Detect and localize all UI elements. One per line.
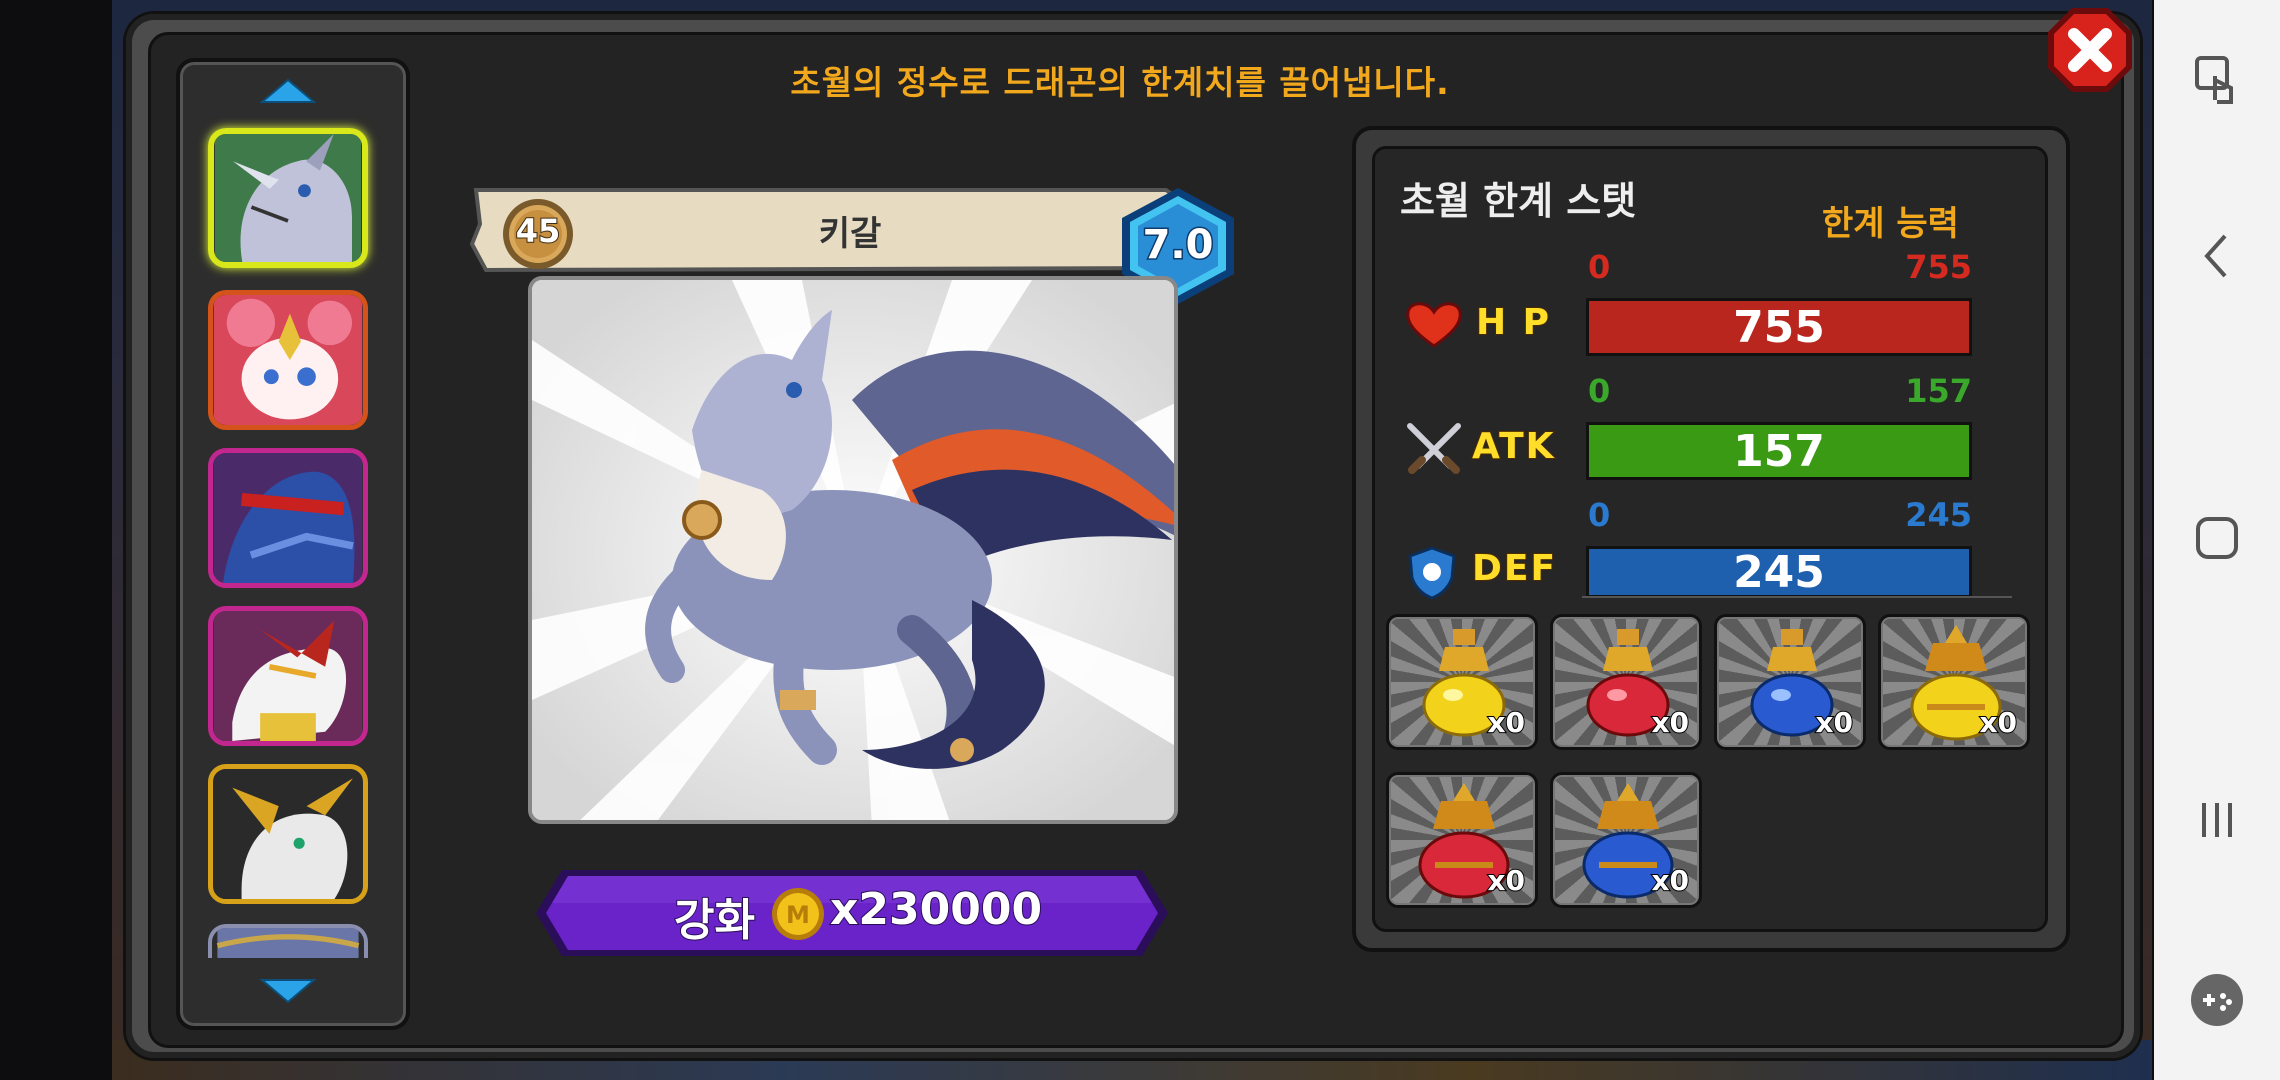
gold-coin-icon: M [772, 888, 824, 940]
android-nav-bar [2154, 0, 2280, 1080]
atk-label: ATK [1471, 425, 1556, 468]
dragon-level: 45 [515, 211, 562, 251]
back-icon [2204, 234, 2227, 278]
dragon-list-item-white-red[interactable] [208, 606, 368, 746]
def-min: 0 [1588, 496, 1611, 534]
heart-icon [1406, 302, 1462, 348]
arrow-down-icon[interactable] [258, 976, 318, 1006]
potion-blue-large[interactable]: x0 [1550, 772, 1702, 908]
potion-yellow[interactable]: x0 [1386, 614, 1538, 750]
recent-apps-button[interactable] [2154, 790, 2280, 850]
atk-min: 0 [1588, 372, 1611, 410]
home-button[interactable] [2154, 508, 2280, 568]
potion-gold-large-count: x0 [1978, 705, 2018, 740]
touch-lock-icon [2195, 56, 2233, 104]
dragon-list-item-blue-armored[interactable] [208, 448, 368, 588]
atk-bar: 157 [1586, 422, 1972, 480]
hp-bar: 755 [1586, 298, 1972, 356]
potion-gold-large[interactable]: x0 [1878, 614, 2030, 750]
potion-blue-count: x0 [1814, 705, 1854, 740]
potion-red-large-count: x0 [1486, 863, 1526, 898]
shield-icon [1408, 546, 1456, 600]
back-button[interactable] [2154, 226, 2280, 286]
atk-max: 157 [1905, 372, 1972, 410]
svg-text:M: M [786, 901, 810, 929]
stats-divider [1582, 596, 2012, 598]
dragon-list-item-pink-flower[interactable] [208, 290, 368, 430]
def-label: DEF [1471, 547, 1558, 590]
screen-touch-lock-button[interactable] [2154, 50, 2280, 110]
potion-red-count: x0 [1650, 705, 1690, 740]
potion-red-large[interactable]: x0 [1386, 772, 1538, 908]
potion-blue[interactable]: x0 [1714, 614, 1866, 750]
hp-label: H P [1475, 301, 1552, 344]
game-controller-icon [2191, 974, 2243, 1026]
dragon-list-item-grey-wolf[interactable] [208, 128, 368, 268]
dragon-list-item-partial[interactable] [208, 924, 368, 958]
dragon-portrait [528, 276, 1178, 824]
potion-red[interactable]: x0 [1550, 614, 1702, 750]
dragon-grade: 7.0 [1141, 221, 1215, 270]
upgrade-label[interactable]: 강화 [673, 884, 756, 948]
upgrade-cost[interactable]: x230000 [829, 883, 1043, 936]
stats-title: 초월 한계 스탯 [1400, 179, 1637, 223]
home-icon [2196, 517, 2238, 559]
hp-min: 0 [1588, 248, 1611, 286]
potion-yellow-count: x0 [1486, 705, 1526, 740]
potion-blue-large-count: x0 [1650, 863, 1690, 898]
hp-max: 755 [1905, 248, 1972, 286]
game-tools-button[interactable] [2154, 970, 2280, 1030]
close-icon[interactable] [2046, 6, 2134, 94]
dragon-name: 키갈 [818, 214, 882, 254]
stats-subtitle: 한계 능력 [1822, 204, 1959, 244]
arrow-up-icon[interactable] [258, 76, 318, 106]
recent-apps-icon [2202, 803, 2232, 837]
panel-description: 초월의 정수로 드래곤의 한계치를 끌어냅니다. [790, 63, 1450, 102]
def-max: 245 [1905, 496, 1972, 534]
dragon-list-item-gold-white[interactable] [208, 764, 368, 904]
crossed-swords-icon [1407, 423, 1461, 474]
def-bar: 245 [1586, 546, 1972, 598]
